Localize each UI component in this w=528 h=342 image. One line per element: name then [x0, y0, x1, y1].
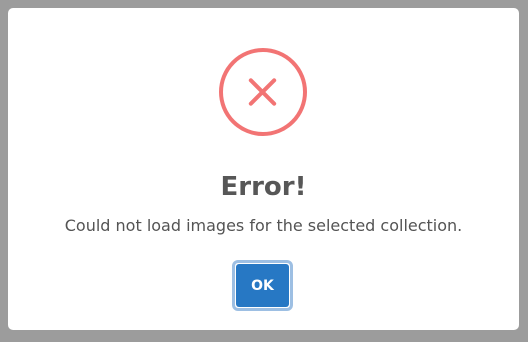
dialog-message: Could not load images for the selected c… [64, 216, 463, 235]
ok-button[interactable]: OK [232, 260, 293, 311]
error-dialog: Error! Could not load images for the sel… [8, 8, 519, 330]
ok-button-label: OK [236, 264, 289, 307]
dialog-title: Error! [220, 172, 307, 202]
error-x-icon [219, 48, 307, 136]
